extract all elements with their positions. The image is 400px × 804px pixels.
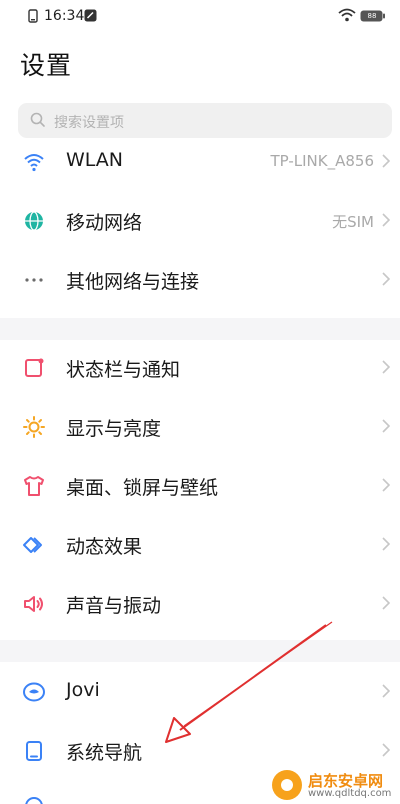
settings-item-label: Jovi xyxy=(66,679,100,701)
chevron-right-icon xyxy=(382,478,390,492)
status-bar: 16:34 88 xyxy=(0,0,400,32)
wifi-status-icon xyxy=(338,8,356,22)
wifi-icon xyxy=(24,154,44,172)
chevron-right-icon xyxy=(382,537,390,551)
note-icon xyxy=(84,9,97,22)
settings-item-other-network[interactable]: 其他网络与连接 xyxy=(0,251,400,309)
settings-item-status-bar[interactable]: 状态栏与通知 xyxy=(0,339,400,397)
chevron-right-icon xyxy=(382,419,390,433)
settings-item-label: 移动网络 xyxy=(66,212,143,234)
search-icon xyxy=(30,112,45,127)
settings-item-label: 动态效果 xyxy=(66,536,143,558)
settings-item-value: TP-LINK_A856 xyxy=(270,152,374,170)
settings-item-label: 状态栏与通知 xyxy=(66,359,181,381)
watermark: 启东安卓网 www.qdltdq.com xyxy=(266,768,400,804)
settings-item-label: 显示与亮度 xyxy=(66,418,162,440)
chevron-right-icon xyxy=(382,596,390,610)
chevron-right-icon xyxy=(382,360,390,374)
page-title: 设置 xyxy=(20,51,73,80)
settings-item-label: 系统导航 xyxy=(66,742,143,764)
settings-item-mobile-network[interactable]: 移动网络 无SIM xyxy=(0,192,400,250)
settings-item-wlan[interactable]: WLAN TP-LINK_A856 xyxy=(0,133,400,191)
settings-item-sound[interactable]: 声音与振动 xyxy=(0,575,400,633)
chevron-right-icon xyxy=(382,684,390,698)
diamond-icon xyxy=(23,537,42,553)
tablet-icon xyxy=(26,741,42,761)
watermark-logo-icon xyxy=(272,770,302,800)
chevron-right-icon xyxy=(382,272,390,286)
battery-icon: 88 xyxy=(360,10,385,22)
notification-icon xyxy=(25,358,44,377)
section-divider xyxy=(0,640,400,662)
settings-item-label: WLAN xyxy=(66,149,124,171)
settings-item-label: 声音与振动 xyxy=(66,595,162,617)
section-divider xyxy=(0,318,400,340)
tshirt-icon xyxy=(24,476,44,496)
settings-item-animation[interactable]: 动态效果 xyxy=(0,516,400,574)
chevron-right-icon xyxy=(382,213,390,227)
settings-item-desktop[interactable]: 桌面、锁屏与壁纸 xyxy=(0,457,400,515)
watermark-url: www.qdltdq.com xyxy=(308,788,392,799)
jovi-icon xyxy=(23,682,45,702)
settings-item-jovi[interactable]: Jovi xyxy=(0,663,400,721)
settings-item-label: 桌面、锁屏与壁纸 xyxy=(66,477,219,499)
chevron-right-icon xyxy=(382,743,390,757)
more-dots-icon xyxy=(25,278,43,282)
globe-icon xyxy=(25,211,43,231)
settings-item-display[interactable]: 显示与亮度 xyxy=(0,398,400,456)
settings-item-value: 无SIM xyxy=(332,213,374,231)
battery-level: 88 xyxy=(367,12,377,20)
speaker-icon xyxy=(24,596,43,612)
fingerprint-icon xyxy=(25,797,43,804)
chevron-right-icon xyxy=(382,154,390,168)
search-placeholder: 搜索设置项 xyxy=(54,115,124,131)
phone-icon xyxy=(28,9,38,23)
status-time: 16:34 xyxy=(44,8,85,24)
sun-icon xyxy=(23,416,45,438)
settings-item-label: 其他网络与连接 xyxy=(66,271,200,293)
